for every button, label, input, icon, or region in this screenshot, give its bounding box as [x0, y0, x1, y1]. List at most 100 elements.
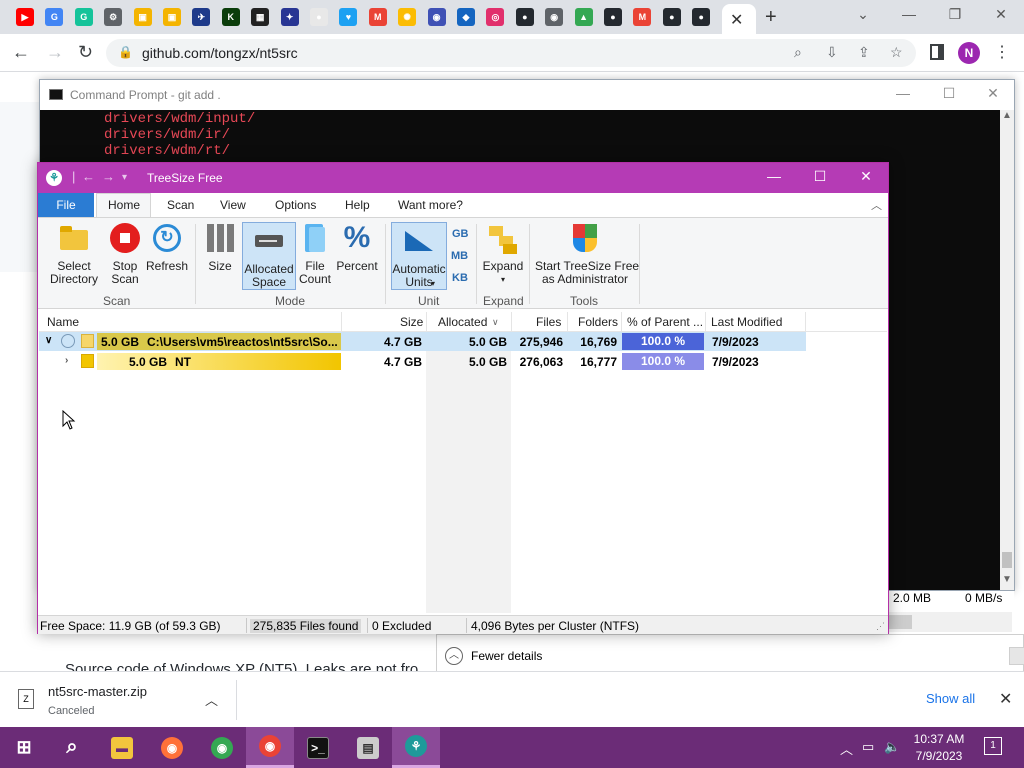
tab-help[interactable]: Help [345, 198, 370, 212]
column-separator[interactable] [567, 312, 568, 332]
circle-icon[interactable]: ● [310, 8, 328, 26]
youtube-icon[interactable]: ▶ [16, 8, 34, 26]
treesize-maximize-button[interactable]: ☐ [797, 168, 843, 185]
taskbar-chrome[interactable]: ◉ [198, 727, 246, 768]
start-as-admin-button[interactable]: Start TreeSize Free as Administrator [535, 222, 639, 286]
column-separator[interactable] [341, 312, 342, 332]
settings-icon[interactable]: ⚙ [104, 8, 123, 26]
new-tab-button[interactable]: + [765, 6, 777, 29]
close-downloads-icon[interactable]: ✕ [999, 689, 1012, 709]
cmd-titlebar[interactable]: Command Prompt - git add . — ☐ ✕ [40, 80, 1014, 110]
scroll-down-icon[interactable]: ▼ [1002, 574, 1012, 585]
back-button[interactable]: ← [12, 42, 30, 63]
chevron-up-icon[interactable]: ︿ [205, 690, 218, 709]
back-arrow-icon[interactable]: ← [82, 169, 95, 184]
end-task-button[interactable] [1009, 647, 1024, 665]
automatic-units-button[interactable]: Automatic Units ▾ [391, 222, 447, 290]
instagram-icon[interactable]: ◎ [486, 8, 505, 26]
column-percent-of-parent[interactable]: % of Parent ... [627, 315, 703, 329]
minimize-button[interactable]: — [886, 6, 932, 22]
tab-home[interactable]: Home [108, 198, 140, 212]
tab-view[interactable]: View [220, 198, 246, 212]
column-allocated[interactable]: Allocated [438, 315, 487, 329]
search-button[interactable]: ⌕ [48, 727, 96, 768]
chrome-icon[interactable]: ◉ [545, 8, 564, 26]
table-row[interactable]: › 5.0 GB NT 4.7 GB 5.0 GB 276,063 16,777… [39, 352, 806, 371]
size-mode-button[interactable]: Size [202, 222, 238, 273]
taskbar-firefox[interactable]: ◉ [148, 727, 196, 768]
gmail-icon[interactable]: M [633, 8, 652, 26]
avatar-icon[interactable]: ◉ [427, 8, 446, 26]
treesize-titlebar[interactable]: ⚘ | ← → ▾ TreeSize Free — ☐ ✕ [38, 163, 888, 193]
tab-scan[interactable]: Scan [167, 198, 194, 212]
start-button[interactable]: ⊞ [0, 727, 48, 768]
tab-want-more[interactable]: Want more? [398, 198, 463, 212]
clock-time[interactable]: 10:37 AM [912, 732, 966, 746]
fewer-details-link[interactable]: Fewer details [471, 649, 542, 663]
chrome-menu-icon[interactable]: ⋮ [994, 42, 1010, 62]
customize-qa-icon[interactable]: ▾ [122, 172, 127, 183]
drive-icon[interactable]: ▲ [574, 8, 593, 26]
column-name[interactable]: Name [47, 315, 79, 329]
stop-scan-button[interactable]: Stop Scan [106, 222, 144, 286]
treesize-close-button[interactable]: ✕ [843, 168, 889, 185]
expand-button[interactable]: Expand ▾ [482, 222, 524, 286]
taskbar-file-explorer[interactable]: ▬ [98, 727, 146, 768]
treesize-window[interactable]: ⚘ | ← → ▾ TreeSize Free — ☐ ✕ File Home … [37, 162, 889, 634]
column-separator[interactable] [511, 312, 512, 332]
scroll-up-icon[interactable]: ▲ [1002, 110, 1012, 121]
close-tab-icon[interactable]: ✕ [730, 10, 743, 30]
column-folders[interactable]: Folders [578, 315, 618, 329]
taskbar-task-manager[interactable]: ▤ [344, 727, 392, 768]
folder-icon[interactable]: ▣ [133, 8, 152, 26]
show-all-downloads-link[interactable]: Show all [926, 691, 975, 706]
github-icon[interactable]: ● [515, 8, 534, 26]
percent-button[interactable]: % Percent [336, 222, 378, 273]
profile-avatar[interactable]: N [958, 42, 980, 64]
collapse-chevron-icon[interactable]: ∨ [45, 335, 52, 346]
kim-icon[interactable]: K [221, 8, 240, 26]
sonic-icon[interactable]: ◆ [457, 8, 475, 26]
column-separator[interactable] [426, 312, 427, 332]
cmd-minimize-button[interactable]: — [880, 85, 926, 101]
cmd-maximize-button[interactable]: ☐ [926, 85, 972, 102]
tab-search-icon[interactable]: ⌄ [840, 6, 886, 23]
close-window-button[interactable]: ✕ [978, 6, 1024, 23]
app-icon[interactable]: ✦ [280, 8, 299, 26]
url-text[interactable]: github.com/tongzx/nt5src [142, 45, 298, 61]
active-tab[interactable]: ✕ [722, 4, 756, 34]
taskbar-command-prompt[interactable]: >_ [294, 727, 342, 768]
cmd-scrollbar[interactable]: ▲ ▼ [1000, 110, 1014, 590]
github-icon[interactable]: ● [604, 8, 622, 26]
github-icon[interactable]: ● [662, 8, 681, 26]
restore-button[interactable]: ❐ [932, 6, 978, 23]
bookmark-star-icon[interactable]: ☆ [890, 44, 903, 61]
show-hidden-icons-icon[interactable]: ︿ [840, 739, 853, 758]
address-bar[interactable]: 🔒 github.com/tongzx/nt5src ⌕ ⇩ ⇪ ☆ [106, 39, 916, 67]
folder-icon[interactable]: ▣ [163, 8, 181, 26]
column-separator[interactable] [621, 312, 622, 332]
bulb-icon[interactable]: ✺ [398, 8, 417, 26]
column-size[interactable]: Size [400, 315, 423, 329]
column-separator[interactable] [805, 312, 806, 332]
taskbar-chrome-profile[interactable]: ◉ [246, 727, 294, 768]
expand-chevron-icon[interactable]: › [65, 355, 68, 366]
volume-icon[interactable]: 🔈 [884, 739, 900, 755]
notification-center-icon[interactable]: 1 [984, 737, 1002, 755]
twitter-icon[interactable]: ♥ [339, 8, 358, 26]
download-file-name[interactable]: nt5src-master.zip [48, 684, 147, 699]
row-path[interactable]: NT [175, 355, 191, 369]
search-icon[interactable]: ⌕ [794, 44, 802, 61]
google-icon[interactable]: G [45, 8, 64, 26]
scroll-thumb[interactable] [1002, 552, 1012, 568]
forward-arrow-icon[interactable]: → [102, 169, 115, 184]
column-files[interactable]: Files [536, 315, 561, 329]
resize-grip-icon[interactable]: ⋰ [876, 621, 885, 632]
clock-date[interactable]: 7/9/2023 [912, 749, 966, 763]
bird-icon[interactable]: ✈ [192, 8, 211, 26]
unit-kb-button[interactable]: KB [452, 272, 468, 284]
file-count-button[interactable]: File Count [298, 222, 332, 286]
column-last-modified[interactable]: Last Modified [711, 315, 782, 329]
taskbar-treesize[interactable]: ⚘ [392, 727, 440, 768]
gmail-icon[interactable]: M [368, 8, 387, 26]
